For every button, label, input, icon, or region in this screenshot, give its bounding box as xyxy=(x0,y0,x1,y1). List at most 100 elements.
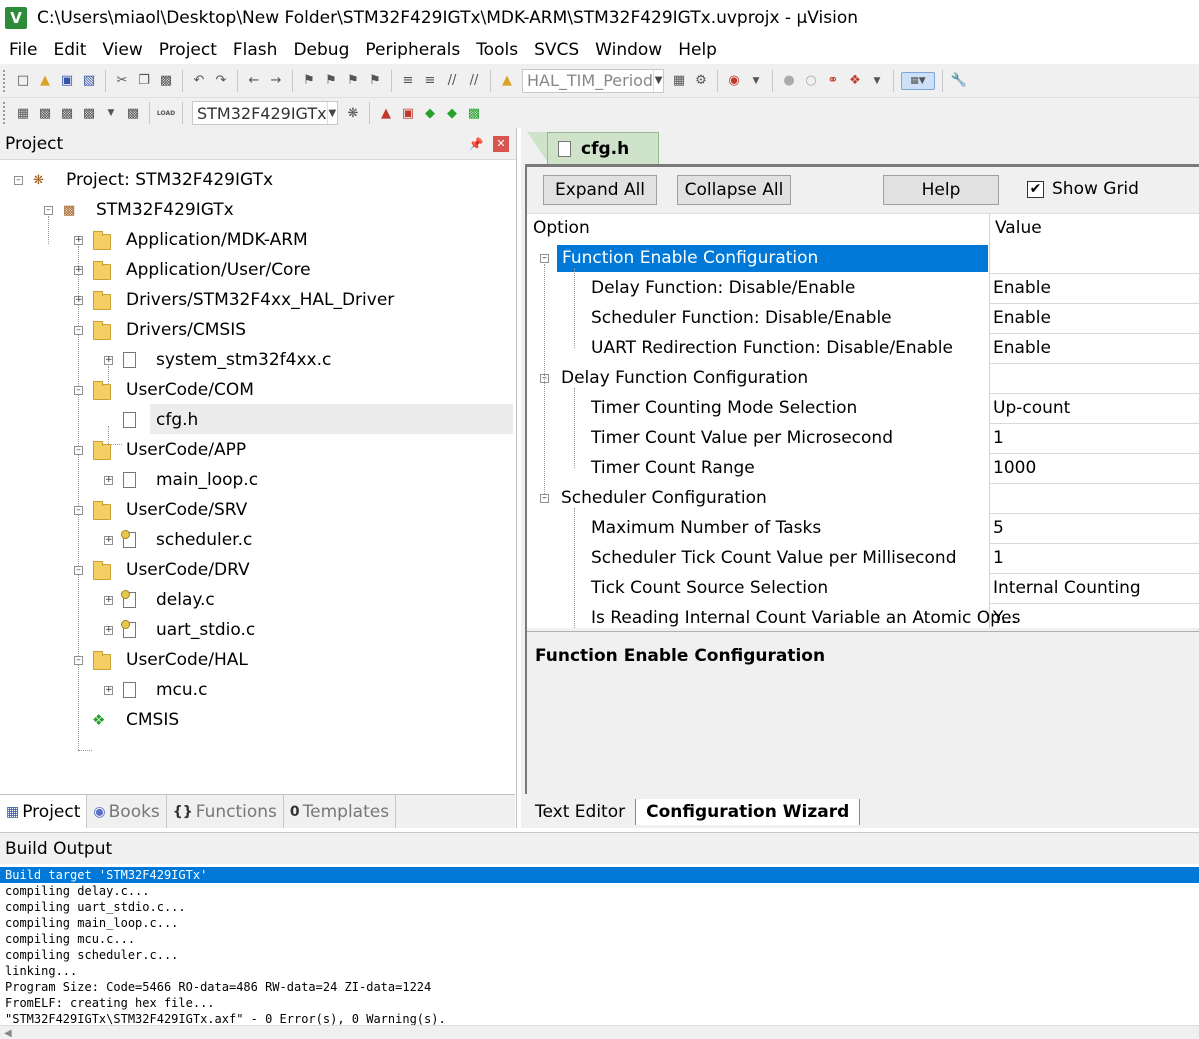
chevron-down-icon[interactable]: ▼ xyxy=(102,104,120,122)
tree-project-root[interactable]: – ❋ Project: STM32F429IGTx xyxy=(14,165,273,195)
expand-icon[interactable]: + xyxy=(74,295,83,305)
menu-project[interactable]: Project xyxy=(151,40,225,60)
incremental-find-icon[interactable]: ⚙ xyxy=(692,72,710,90)
expand-icon[interactable]: + xyxy=(104,685,113,695)
nav-forward-icon[interactable]: → xyxy=(267,72,285,90)
collapse-icon[interactable]: – xyxy=(74,655,83,665)
collapse-icon[interactable]: – xyxy=(14,175,23,185)
grid-row-group[interactable]: – Function Enable Configuration xyxy=(527,244,1199,274)
option-value[interactable]: Up-count xyxy=(993,398,1070,418)
window-layout-icon[interactable]: ▦▼ xyxy=(901,71,935,90)
tree-group[interactable]: – Drivers/CMSIS xyxy=(74,315,246,345)
collapse-icon[interactable]: – xyxy=(540,494,549,503)
tab-books[interactable]: ◉ Books xyxy=(87,795,167,828)
nav-back-icon[interactable]: ← xyxy=(245,72,263,90)
collapse-icon[interactable]: – xyxy=(540,254,549,263)
collapse-icon[interactable]: – xyxy=(44,205,53,215)
tree-group[interactable]: + Application/MDK-ARM xyxy=(74,225,308,255)
menu-help[interactable]: Help xyxy=(670,40,725,60)
tree-group[interactable]: + Application/User/Core xyxy=(74,255,311,285)
chevron-down-icon[interactable]: ▼ xyxy=(326,102,337,124)
expand-icon[interactable]: + xyxy=(104,595,113,605)
tab-text-editor[interactable]: Text Editor xyxy=(525,799,637,825)
bookmark-prev-icon[interactable]: ⚑ xyxy=(322,72,340,90)
collapse-icon[interactable]: – xyxy=(74,325,83,335)
expand-icon[interactable]: + xyxy=(74,265,83,275)
expand-all-button[interactable]: Expand All xyxy=(543,175,657,205)
build-icon[interactable]: ▩ xyxy=(36,104,54,122)
tree-file[interactable]: + uart_stdio.c xyxy=(104,615,255,645)
tree-target[interactable]: – ▩ STM32F429IGTx xyxy=(44,195,234,225)
menu-view[interactable]: View xyxy=(94,40,150,60)
stop-build-icon[interactable]: ▩ xyxy=(124,104,142,122)
find-in-files-icon[interactable]: ▲ xyxy=(498,72,516,90)
tree-file[interactable]: + mcu.c xyxy=(104,675,207,705)
collapse-all-button[interactable]: Collapse All xyxy=(677,175,791,205)
tree-group[interactable]: + Drivers/STM32F4xx_HAL_Driver xyxy=(74,285,394,315)
collapse-icon[interactable]: – xyxy=(74,505,83,515)
build-output-log[interactable]: Build target 'STM32F429IGTx' compiling d… xyxy=(0,865,1199,1025)
open-file-icon[interactable]: ▲ xyxy=(36,72,54,90)
translate-icon[interactable]: ▦ xyxy=(14,104,32,122)
tree-file[interactable]: + main_loop.c xyxy=(104,465,258,495)
chevron-down-icon[interactable]: ▼ xyxy=(653,69,663,92)
show-grid-toggle[interactable]: ✔ Show Grid xyxy=(1027,179,1139,199)
expand-icon[interactable]: + xyxy=(104,355,113,365)
build-line[interactable]: Build target 'STM32F429IGTx' xyxy=(0,867,1199,883)
grid-row[interactable]: UART Redirection Function: Disable/Enabl… xyxy=(527,334,1199,364)
menu-tools[interactable]: Tools xyxy=(468,40,526,60)
build-line[interactable]: compiling main_loop.c... xyxy=(0,915,1199,931)
menu-peripherals[interactable]: Peripherals xyxy=(357,40,468,60)
build-line[interactable]: FromELF: creating hex file... xyxy=(0,995,1199,1011)
uncomment-icon[interactable]: // xyxy=(465,72,483,90)
option-column-header[interactable]: Option xyxy=(533,218,590,238)
grid-row-group[interactable]: – Scheduler Configuration xyxy=(527,484,1199,514)
grid-row[interactable]: Timer Count Value per Microsecond 1 xyxy=(527,424,1199,454)
debug-session-icon[interactable]: ◉ xyxy=(725,72,743,90)
find-combo[interactable]: HAL_TIM_Period ▼ xyxy=(522,68,664,93)
comment-icon[interactable]: // xyxy=(443,72,461,90)
build-line[interactable]: compiling mcu.c... xyxy=(0,931,1199,947)
unindent-icon[interactable]: ≡ xyxy=(421,72,439,90)
pin-icon[interactable]: 📌 xyxy=(469,137,484,151)
save-all-icon[interactable]: ▧ xyxy=(80,72,98,90)
build-line[interactable]: compiling delay.c... xyxy=(0,883,1199,899)
undo-icon[interactable]: ↶ xyxy=(190,72,208,90)
show-grid-checkbox[interactable]: ✔ xyxy=(1027,180,1044,198)
build-line[interactable]: compiling uart_stdio.c... xyxy=(0,899,1199,915)
menu-debug[interactable]: Debug xyxy=(285,40,357,60)
tab-configuration-wizard[interactable]: Configuration Wizard xyxy=(636,799,861,825)
find-icon[interactable]: ▦ xyxy=(670,72,688,90)
expand-icon[interactable]: + xyxy=(104,475,113,485)
menu-window[interactable]: Window xyxy=(587,40,670,60)
menu-edit[interactable]: Edit xyxy=(45,40,94,60)
file-extensions-icon[interactable]: ▣ xyxy=(399,104,417,122)
pack-installer-icon[interactable]: ▩ xyxy=(465,104,483,122)
toolbar-grip[interactable] xyxy=(3,102,7,124)
build-line[interactable]: "STM32F429IGTx\STM32F429IGTx.axf" - 0 Er… xyxy=(0,1011,1199,1025)
batch-build-icon[interactable]: ▩ xyxy=(80,104,98,122)
select-software-packs-icon[interactable]: ◆ xyxy=(443,104,461,122)
chevron-down-icon[interactable]: ▼ xyxy=(747,72,765,90)
grid-row[interactable]: Maximum Number of Tasks 5 xyxy=(527,514,1199,544)
option-value[interactable]: 5 xyxy=(993,518,1004,538)
menu-svcs[interactable]: SVCS xyxy=(526,40,587,60)
indent-icon[interactable]: ≡ xyxy=(399,72,417,90)
new-file-icon[interactable]: □ xyxy=(14,72,32,90)
expand-icon[interactable]: + xyxy=(104,535,113,545)
expand-icon[interactable]: + xyxy=(104,625,113,635)
toolbar-grip[interactable] xyxy=(3,69,7,92)
value-column-header[interactable]: Value xyxy=(995,218,1042,238)
close-icon[interactable]: ✕ xyxy=(493,135,509,152)
grid-row[interactable]: Delay Function: Disable/Enable Enable xyxy=(527,274,1199,304)
copy-icon[interactable]: ❐ xyxy=(135,72,153,90)
menu-flash[interactable]: Flash xyxy=(225,40,286,60)
tree-file-selected[interactable]: cfg.h xyxy=(123,405,198,435)
rebuild-icon[interactable]: ▩ xyxy=(58,104,76,122)
tree-group[interactable]: – UserCode/APP xyxy=(74,435,246,465)
target-combo[interactable]: STM32F429IGTx ▼ xyxy=(192,101,338,125)
build-line[interactable]: compiling scheduler.c... xyxy=(0,947,1199,963)
bookmark-clear-icon[interactable]: ⚑ xyxy=(366,72,384,90)
option-value[interactable]: Yes xyxy=(993,608,1020,628)
configure-icon[interactable]: 🔧 xyxy=(950,72,968,90)
